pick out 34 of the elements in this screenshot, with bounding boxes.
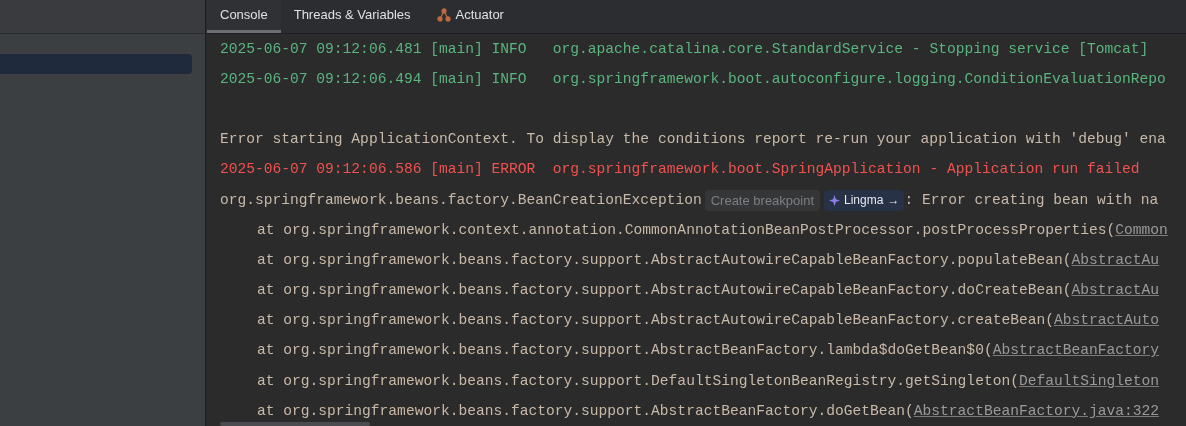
arrow-glyph: → [887,191,900,209]
exception-message: : Error creating bean with na [904,191,1159,209]
source-link[interactable]: AbstractAu [1071,251,1160,269]
log-header: 2025-06-07 09:12:06.481 [main] INFO [220,40,528,58]
stack-frame: at org.springframework.beans.factory.support.DefaultSingletonBeanRegistry.getSingleton( [257,372,1019,390]
log-message: org.springframework.boot.autoconfigure.logging.ConditionEvaluationRepo [552,70,1166,88]
lingma-button[interactable]: Lingma → [824,189,905,211]
tab[interactable]: Console [207,0,281,33]
sparkle-icon [829,194,841,206]
stack-frame: at org.springframework.beans.factory.support.AbstractBeanFactory.lambda$doGetBean$0( [257,342,993,360]
exception-name: org.springframework.beans.factory.BeanCreationException [220,191,702,209]
source-link[interactable]: AbstractAu [1071,282,1160,300]
log-header: 2025-06-07 09:12:06.494 [main] INFO [220,70,528,88]
source-link[interactable]: AbstractBeanFactory.java:322 [913,402,1160,420]
source-link[interactable]: DefaultSingleton [1018,372,1160,390]
lingma-label: Lingma [844,191,884,209]
stack-frame: at org.springframework.beans.factory.support.AbstractBeanFactory.doGetBean( [257,402,914,420]
source-link[interactable]: Common [1115,221,1168,239]
stack-frame: at org.springframework.context.annotation.CommonAnnotationBeanPostProcessor.postProcessProperties( [257,221,1116,239]
stack-frame: at org.springframework.beans.factory.support.AbstractAutowireCapableBeanFactory.doCreateBean( [257,282,1072,300]
source-link[interactable]: AbstractBeanFactory [992,342,1160,360]
log-message: org.springframework.boot.SpringApplication - Application run failed [552,161,1140,179]
scrollbar-thumb[interactable] [220,422,370,426]
nodes-icon [436,8,451,22]
create-breakpoint-button[interactable]: Create breakpoint [704,189,821,211]
stack-frame: at org.springframework.beans.factory.support.AbstractAutowireCapableBeanFactory.createBean( [257,312,1054,330]
tab[interactable]: Actuator [423,0,517,33]
tab[interactable]: Threads & Variables [280,0,424,33]
log-message: Error starting ApplicationContext. To display the conditions report re-run your application with 'debug' ena [220,131,1166,149]
source-link[interactable]: AbstractAuto [1053,312,1160,330]
stack-frame: at org.springframework.beans.factory.support.AbstractAutowireCapableBeanFactory.populateBean( [257,251,1072,269]
selected-row[interactable] [0,54,192,74]
log-header: 2025-06-07 09:12:06.586 [main] ERROR [220,161,537,179]
log-message: org.apache.catalina.core.StandardService - Stopping service [Tomcat] [552,40,1149,58]
